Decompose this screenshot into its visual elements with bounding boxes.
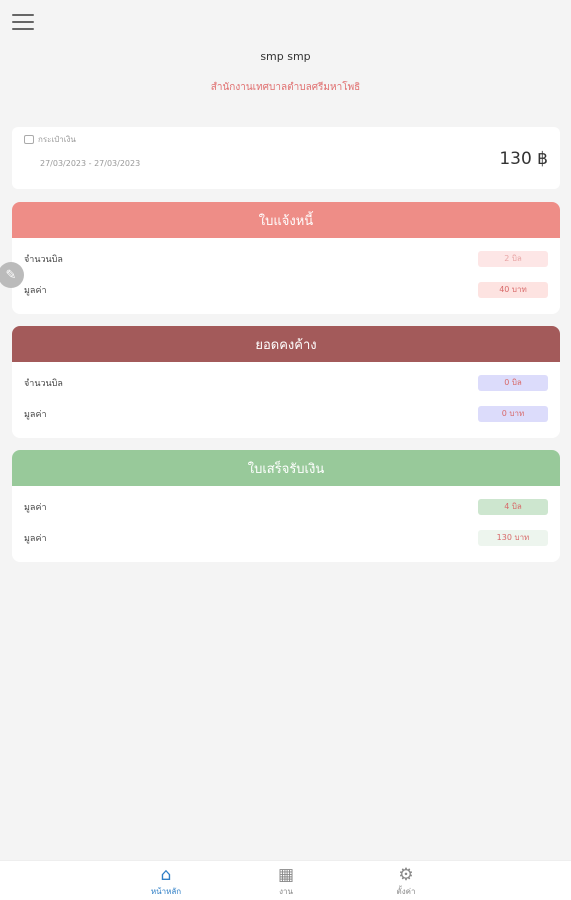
gear-icon: ⚙ (398, 865, 414, 885)
wallet-total: 130 ฿ (499, 149, 548, 169)
hamburger-menu-icon[interactable] (12, 14, 34, 32)
receipt-amount-badge: 130 บาท (478, 529, 548, 546)
outstanding-count-badge: 0 บิล (478, 374, 548, 391)
home-icon: ⌂ (160, 865, 172, 885)
row-label: มูลค่า (24, 502, 47, 513)
nav-settings[interactable]: ⚙ ตั้งค่า (376, 865, 436, 898)
outstanding-row-amount: มูลค่า 0 บาท (12, 398, 560, 429)
invoice-section[interactable]: ใบแจ้งหนี้ จำนวนบิล 2 บิล มูลค่า 40 บาท (12, 202, 560, 314)
wallet-date-range[interactable]: 27/03/2023 - 27/03/2023 (40, 159, 140, 168)
row-label: จำนวนบิล (24, 378, 63, 389)
receipt-section[interactable]: ใบเสร็จรับเงิน มูลค่า 4 บิล มูลค่า 130 บ… (12, 450, 560, 562)
invoice-row-amount: มูลค่า 40 บาท (12, 274, 560, 305)
receipt-header: ใบเสร็จรับเงิน (12, 450, 560, 486)
row-label: มูลค่า (24, 285, 47, 296)
nav-home[interactable]: ⌂ หน้าหลัก (136, 865, 196, 898)
outstanding-amount-badge: 0 บาท (478, 405, 548, 422)
organization-name: สำนักงานเทศบาลตำบลศรีมหาโพธิ (210, 82, 361, 93)
nav-work-label: งาน (279, 887, 293, 896)
nav-settings-label: ตั้งค่า (396, 887, 416, 896)
invoice-count-badge: 2 บิล (478, 250, 548, 267)
receipt-row-amount: มูลค่า 130 บาท (12, 522, 560, 553)
outstanding-section[interactable]: ยอดคงค้าง จำนวนบิล 0 บิล มูลค่า 0 บาท (12, 326, 560, 438)
wallet-card: กระเป๋าเงิน 27/03/2023 - 27/03/2023 130 … (12, 127, 560, 189)
invoice-amount-badge: 40 บาท (478, 281, 548, 298)
receipt-row-count: มูลค่า 4 บิล (12, 491, 560, 522)
wallet-label: กระเป๋าเงิน (38, 135, 76, 144)
row-label: จำนวนบิล (24, 254, 63, 265)
nav-work[interactable]: ▦ งาน (256, 865, 316, 898)
row-label: มูลค่า (24, 409, 47, 420)
outstanding-header: ยอดคงค้าง (12, 326, 560, 362)
receipt-count-badge: 4 บิล (478, 498, 548, 515)
user-name: smp smp (260, 50, 311, 63)
bottom-nav: ⌂ หน้าหลัก ▦ งาน ⚙ ตั้งค่า (0, 860, 571, 900)
wallet-label-group: กระเป๋าเงิน (24, 133, 76, 146)
invoice-row-count: จำนวนบิล 2 บิล (12, 243, 560, 274)
outstanding-row-count: จำนวนบิล 0 บิล (12, 367, 560, 398)
wallet-icon (24, 135, 34, 144)
nav-home-label: หน้าหลัก (150, 887, 182, 896)
calendar-icon: ▦ (277, 865, 295, 885)
row-label: มูลค่า (24, 533, 47, 544)
invoice-header: ใบแจ้งหนี้ (12, 202, 560, 238)
